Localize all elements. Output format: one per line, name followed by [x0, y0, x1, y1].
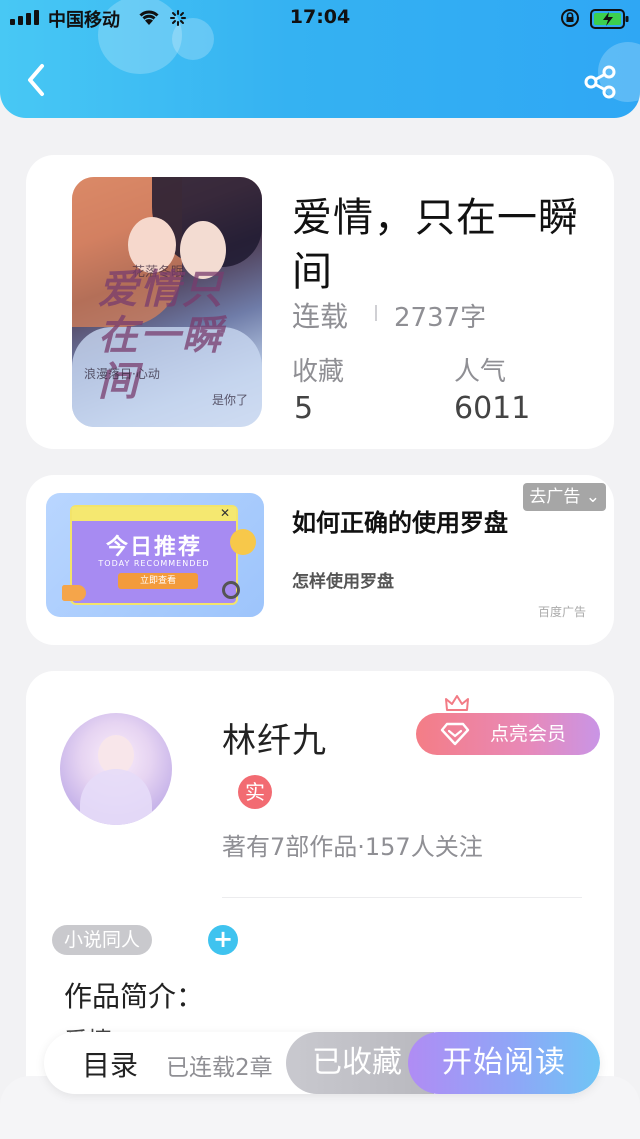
- genre-tag[interactable]: 小说同人: [52, 925, 153, 955]
- remove-ad-label: 去广告: [529, 487, 581, 507]
- favorites-label: 收藏: [292, 357, 345, 387]
- book-title: 爱情，只在一瞬间: [292, 195, 579, 295]
- close-icon: ✕: [219, 506, 230, 520]
- word-count: 2737字: [394, 303, 487, 333]
- table-of-contents-button[interactable]: 目录: [82, 1044, 138, 1084]
- intro-label: 作品简介：: [64, 980, 205, 1013]
- ad-card[interactable]: ✕ 今日推荐 TODAY RECOMMENDED 立即查看 如何正确的使用罗盘 …: [26, 475, 614, 645]
- ad-image-button: 立即查看: [118, 573, 198, 589]
- rotation-lock-icon: [561, 9, 579, 27]
- chevron-down-icon: ⌄: [585, 487, 600, 507]
- bottom-action-bar: 目录 已连载2章 已收藏 开始阅读: [44, 1032, 600, 1094]
- favorites-count: 5: [294, 391, 314, 426]
- ad-title: 如何正确的使用罗盘: [292, 509, 508, 537]
- author-meta: 著有7部作品·157人关注: [222, 833, 483, 861]
- ad-window-bar: [72, 507, 236, 521]
- add-tag-button[interactable]: +: [208, 925, 238, 955]
- author-avatar[interactable]: [60, 713, 172, 825]
- remove-ad-button[interactable]: 去广告 ⌄: [523, 483, 606, 511]
- author-name[interactable]: 林纤九: [222, 713, 327, 762]
- avatar-art-shape: [80, 769, 152, 825]
- book-status: 连载: [292, 300, 349, 333]
- crown-icon: [445, 695, 469, 711]
- ad-source-label: 百度广告: [537, 605, 586, 619]
- book-info-card: 花落冬眠 爱情只在一瞬间 浪漫落日·心动 是你了 爱情，只在一瞬间 连载 273…: [26, 155, 614, 449]
- cover-title-text: 爱情只在一瞬间: [98, 266, 224, 405]
- ad-window-graphic: ✕ 今日推荐 TODAY RECOMMENDED 立即查看: [70, 505, 238, 605]
- diamond-icon: [440, 722, 470, 746]
- back-button[interactable]: [22, 62, 52, 98]
- ad-subtitle: 怎样使用罗盘: [292, 572, 394, 592]
- magnifier-icon: [222, 581, 240, 599]
- verified-badge: 实: [238, 775, 272, 809]
- battery-icon: [590, 9, 629, 29]
- ad-image-subheadline: TODAY RECOMMENDED: [98, 559, 210, 568]
- cover-subtitle-text: 是你了: [212, 393, 249, 407]
- popularity-count: 6011: [454, 391, 531, 426]
- divider: [222, 897, 582, 898]
- ad-image-headline: 今日推荐: [105, 535, 202, 560]
- popularity-label: 人气: [454, 357, 507, 387]
- megaphone-icon: [62, 585, 86, 601]
- divider: [375, 305, 377, 321]
- status-time: 17:04: [289, 6, 351, 28]
- status-bar: 中国移动 17:04: [0, 0, 640, 36]
- app-header: 中国移动 17:04: [0, 0, 640, 118]
- start-reading-button[interactable]: 开始阅读: [408, 1032, 600, 1094]
- ad-image[interactable]: ✕ 今日推荐 TODAY RECOMMENDED 立即查看: [46, 493, 264, 617]
- book-cover-image[interactable]: 花落冬眠 爱情只在一瞬间 浪漫落日·心动 是你了: [72, 177, 262, 427]
- cover-subtitle-text: 浪漫落日·心动: [84, 367, 160, 381]
- share-button[interactable]: [582, 64, 618, 100]
- serial-status: 已连载2章: [166, 1055, 273, 1081]
- planet-icon: [230, 529, 256, 555]
